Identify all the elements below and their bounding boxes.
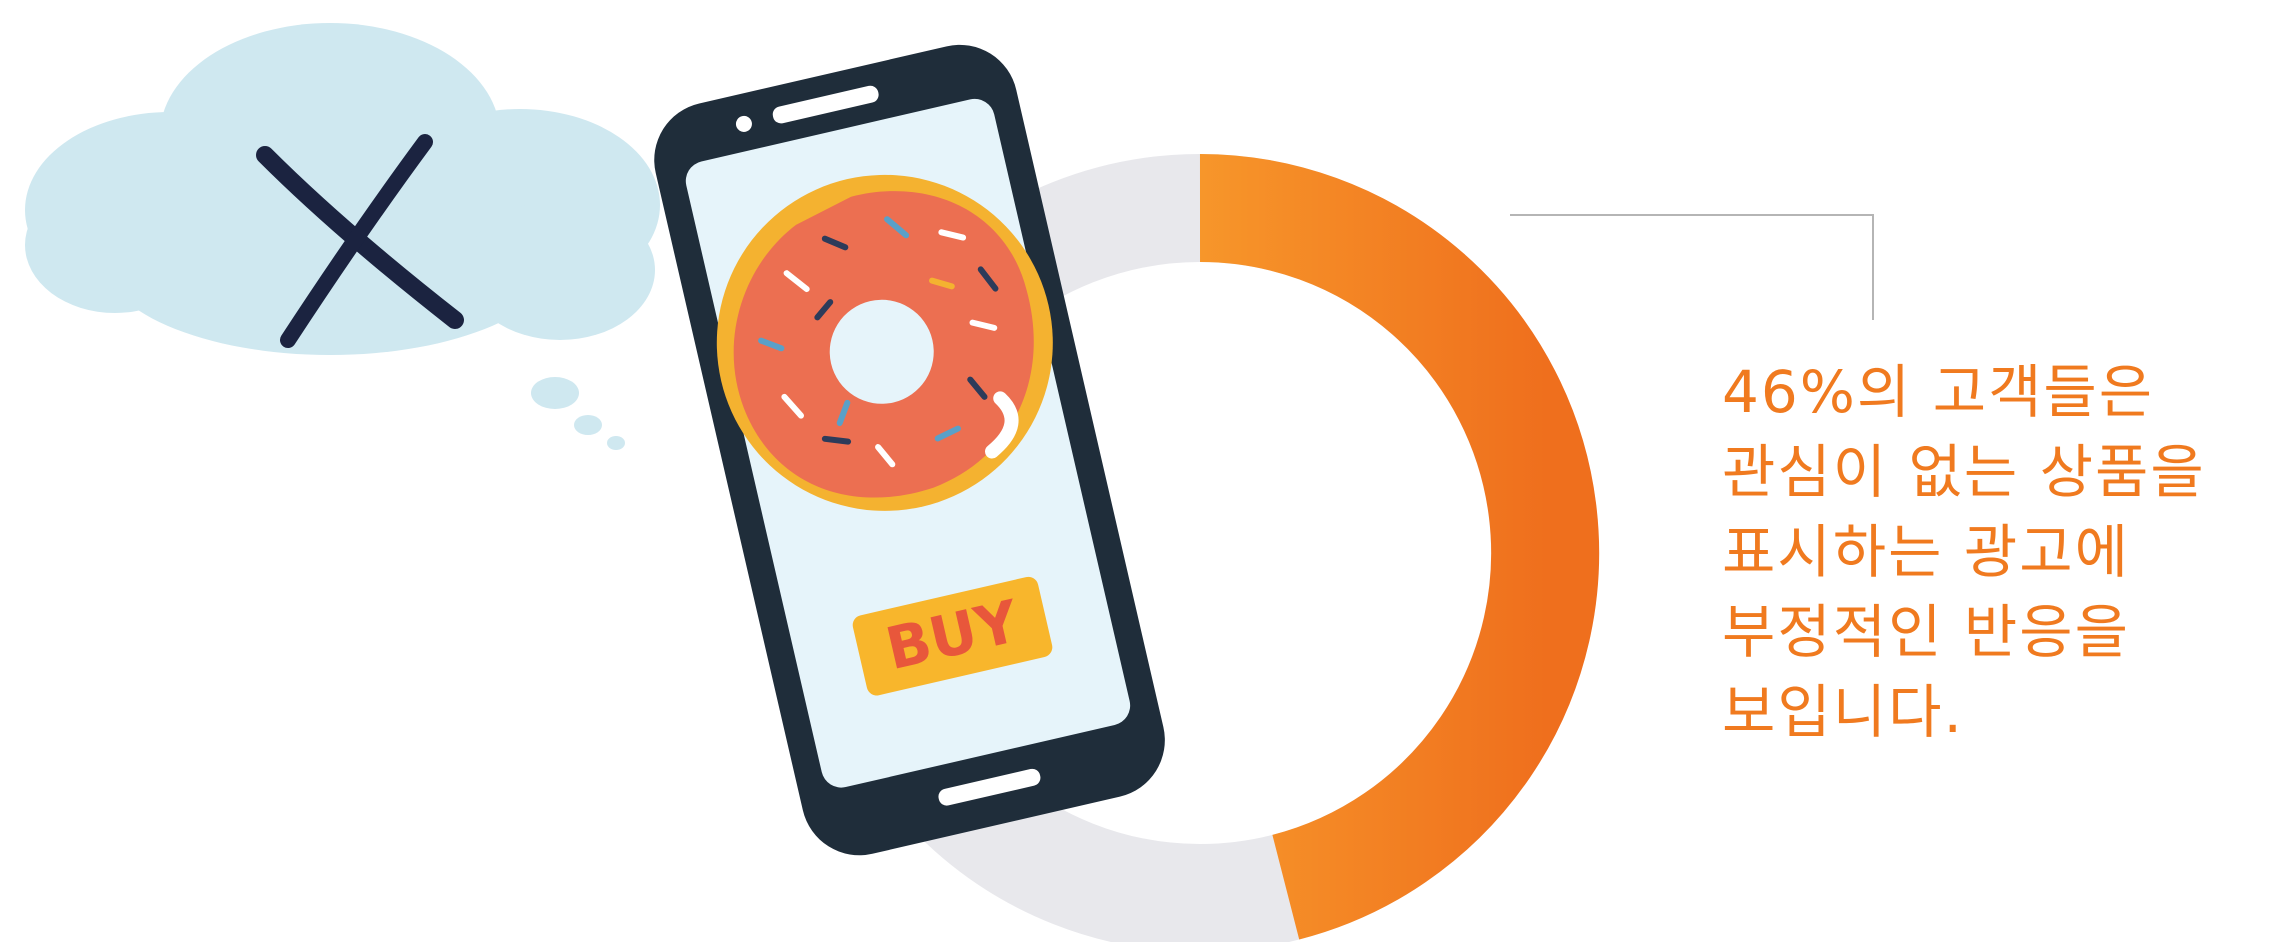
percent-ring-fill: [1199, 154, 1600, 940]
caption-line: 부정적인 반응을: [1722, 598, 2130, 666]
callout-line: [1510, 214, 1874, 320]
caption-line: 관심이 없는 상품을: [1722, 438, 2206, 506]
caption-line: 46%의 고객들은: [1722, 358, 2155, 426]
caption-line: 표시하는 광고에: [1722, 518, 2130, 586]
caption-line: 보입니다.: [1722, 678, 1964, 746]
stat-caption: 46%의 고객들은 관심이 없는 상품을 표시하는 광고에 부정적인 반응을 보…: [1722, 352, 2262, 752]
smartphone: BUY: [654, 44, 1165, 856]
